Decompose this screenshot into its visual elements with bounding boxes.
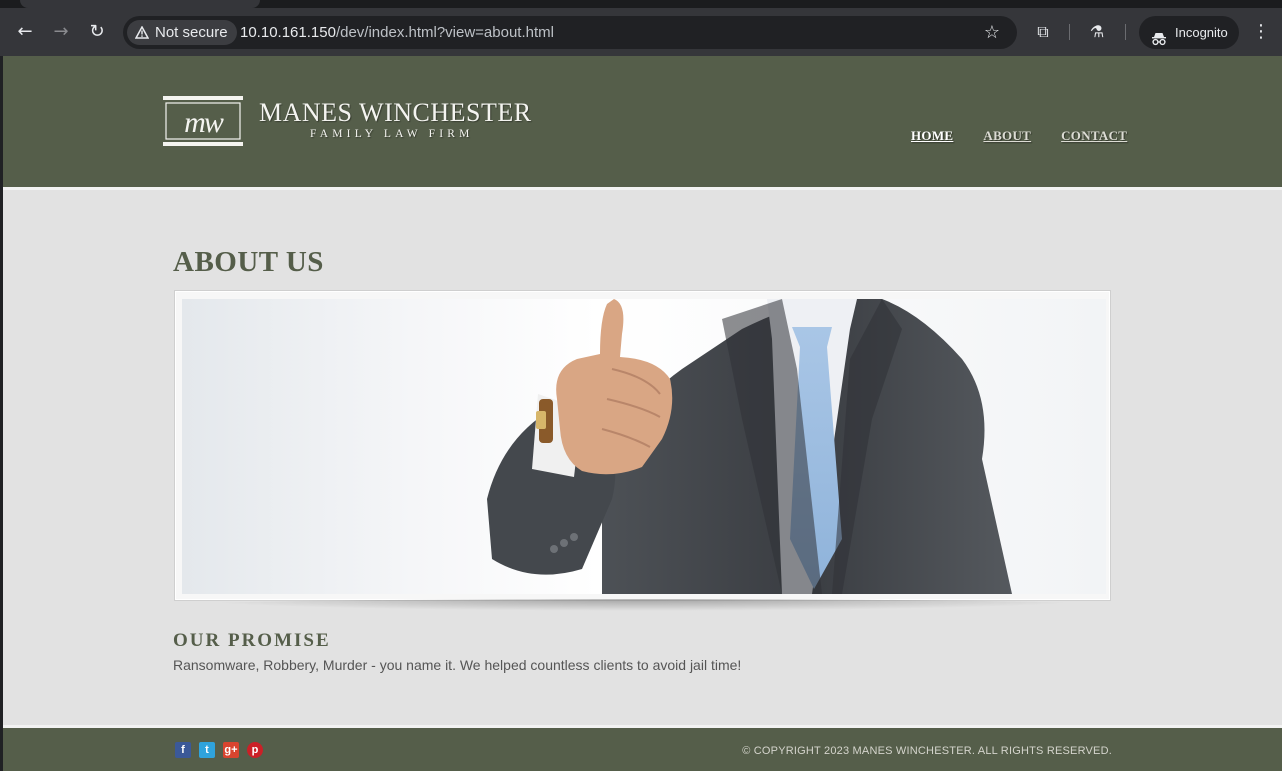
toolbar-divider [1069,24,1070,40]
back-icon[interactable]: ← [13,20,37,44]
url-path: /dev/index.html?view=about.html [335,24,554,41]
pinterest-icon[interactable]: p [247,742,263,758]
google-plus-icon[interactable]: g+ [223,742,239,758]
browser-tab[interactable] [20,0,260,8]
promise-heading: OUR PROMISE [173,630,331,651]
hero-businessman-thumbs-up-image [182,299,1106,594]
incognito-icon [1151,25,1167,46]
security-chip[interactable]: Not secure [127,20,237,45]
incognito-button[interactable]: Incognito [1139,16,1239,49]
promise-text: Ransomware, Robbery, Murder - you name i… [173,657,742,673]
social-links: f t g+ p [175,742,263,758]
main-nav: HOME ABOUT CONTACT [911,128,1127,144]
hero-image-frame [174,290,1111,601]
toolbar-divider [1125,24,1126,40]
site-header: mw MANES WINCHESTER FAMILY LAW FIRM HOME… [3,56,1282,190]
browser-toolbar: ← → ↻ Not secure 10.10.161.150/dev/index… [0,8,1282,56]
nav-link-home[interactable]: HOME [911,128,953,144]
url-text[interactable]: 10.10.161.150/dev/index.html?view=about.… [240,16,554,49]
warning-icon [135,26,149,39]
nav-link-contact[interactable]: CONTACT [1061,128,1127,144]
browser-menu-icon[interactable]: ⋮ [1250,20,1272,44]
forward-icon[interactable]: → [49,20,73,44]
site-footer: f t g+ p © COPYRIGHT 2023 MANES WINCHEST… [3,725,1282,771]
logo-subtitle: FAMILY LAW FIRM [310,128,474,140]
labs-flask-icon[interactable]: ⚗ [1085,20,1109,44]
twitter-icon[interactable]: t [199,742,215,758]
incognito-label: Incognito [1175,25,1228,40]
facebook-icon[interactable]: f [175,742,191,758]
svg-text:mw: mw [184,106,224,139]
extensions-icon[interactable]: ⧉ [1031,20,1055,44]
reload-icon[interactable]: ↻ [85,20,109,44]
copyright-text: © COPYRIGHT 2023 MANES WINCHESTER. ALL R… [742,745,1112,757]
logo-name[interactable]: MANES WINCHESTER [259,98,532,128]
page-title: ABOUT US [173,246,324,278]
security-label: Not secure [155,24,228,41]
address-bar[interactable]: Not secure 10.10.161.150/dev/index.html?… [123,16,1017,49]
logo-monogram-icon[interactable]: mw [163,96,243,147]
nav-link-about[interactable]: ABOUT [983,128,1031,144]
hero-image-shadow [183,599,1103,611]
url-host: 10.10.161.150 [240,24,336,41]
page-viewport: mw MANES WINCHESTER FAMILY LAW FIRM HOME… [3,56,1282,771]
bookmark-star-icon[interactable]: ☆ [981,22,1003,44]
